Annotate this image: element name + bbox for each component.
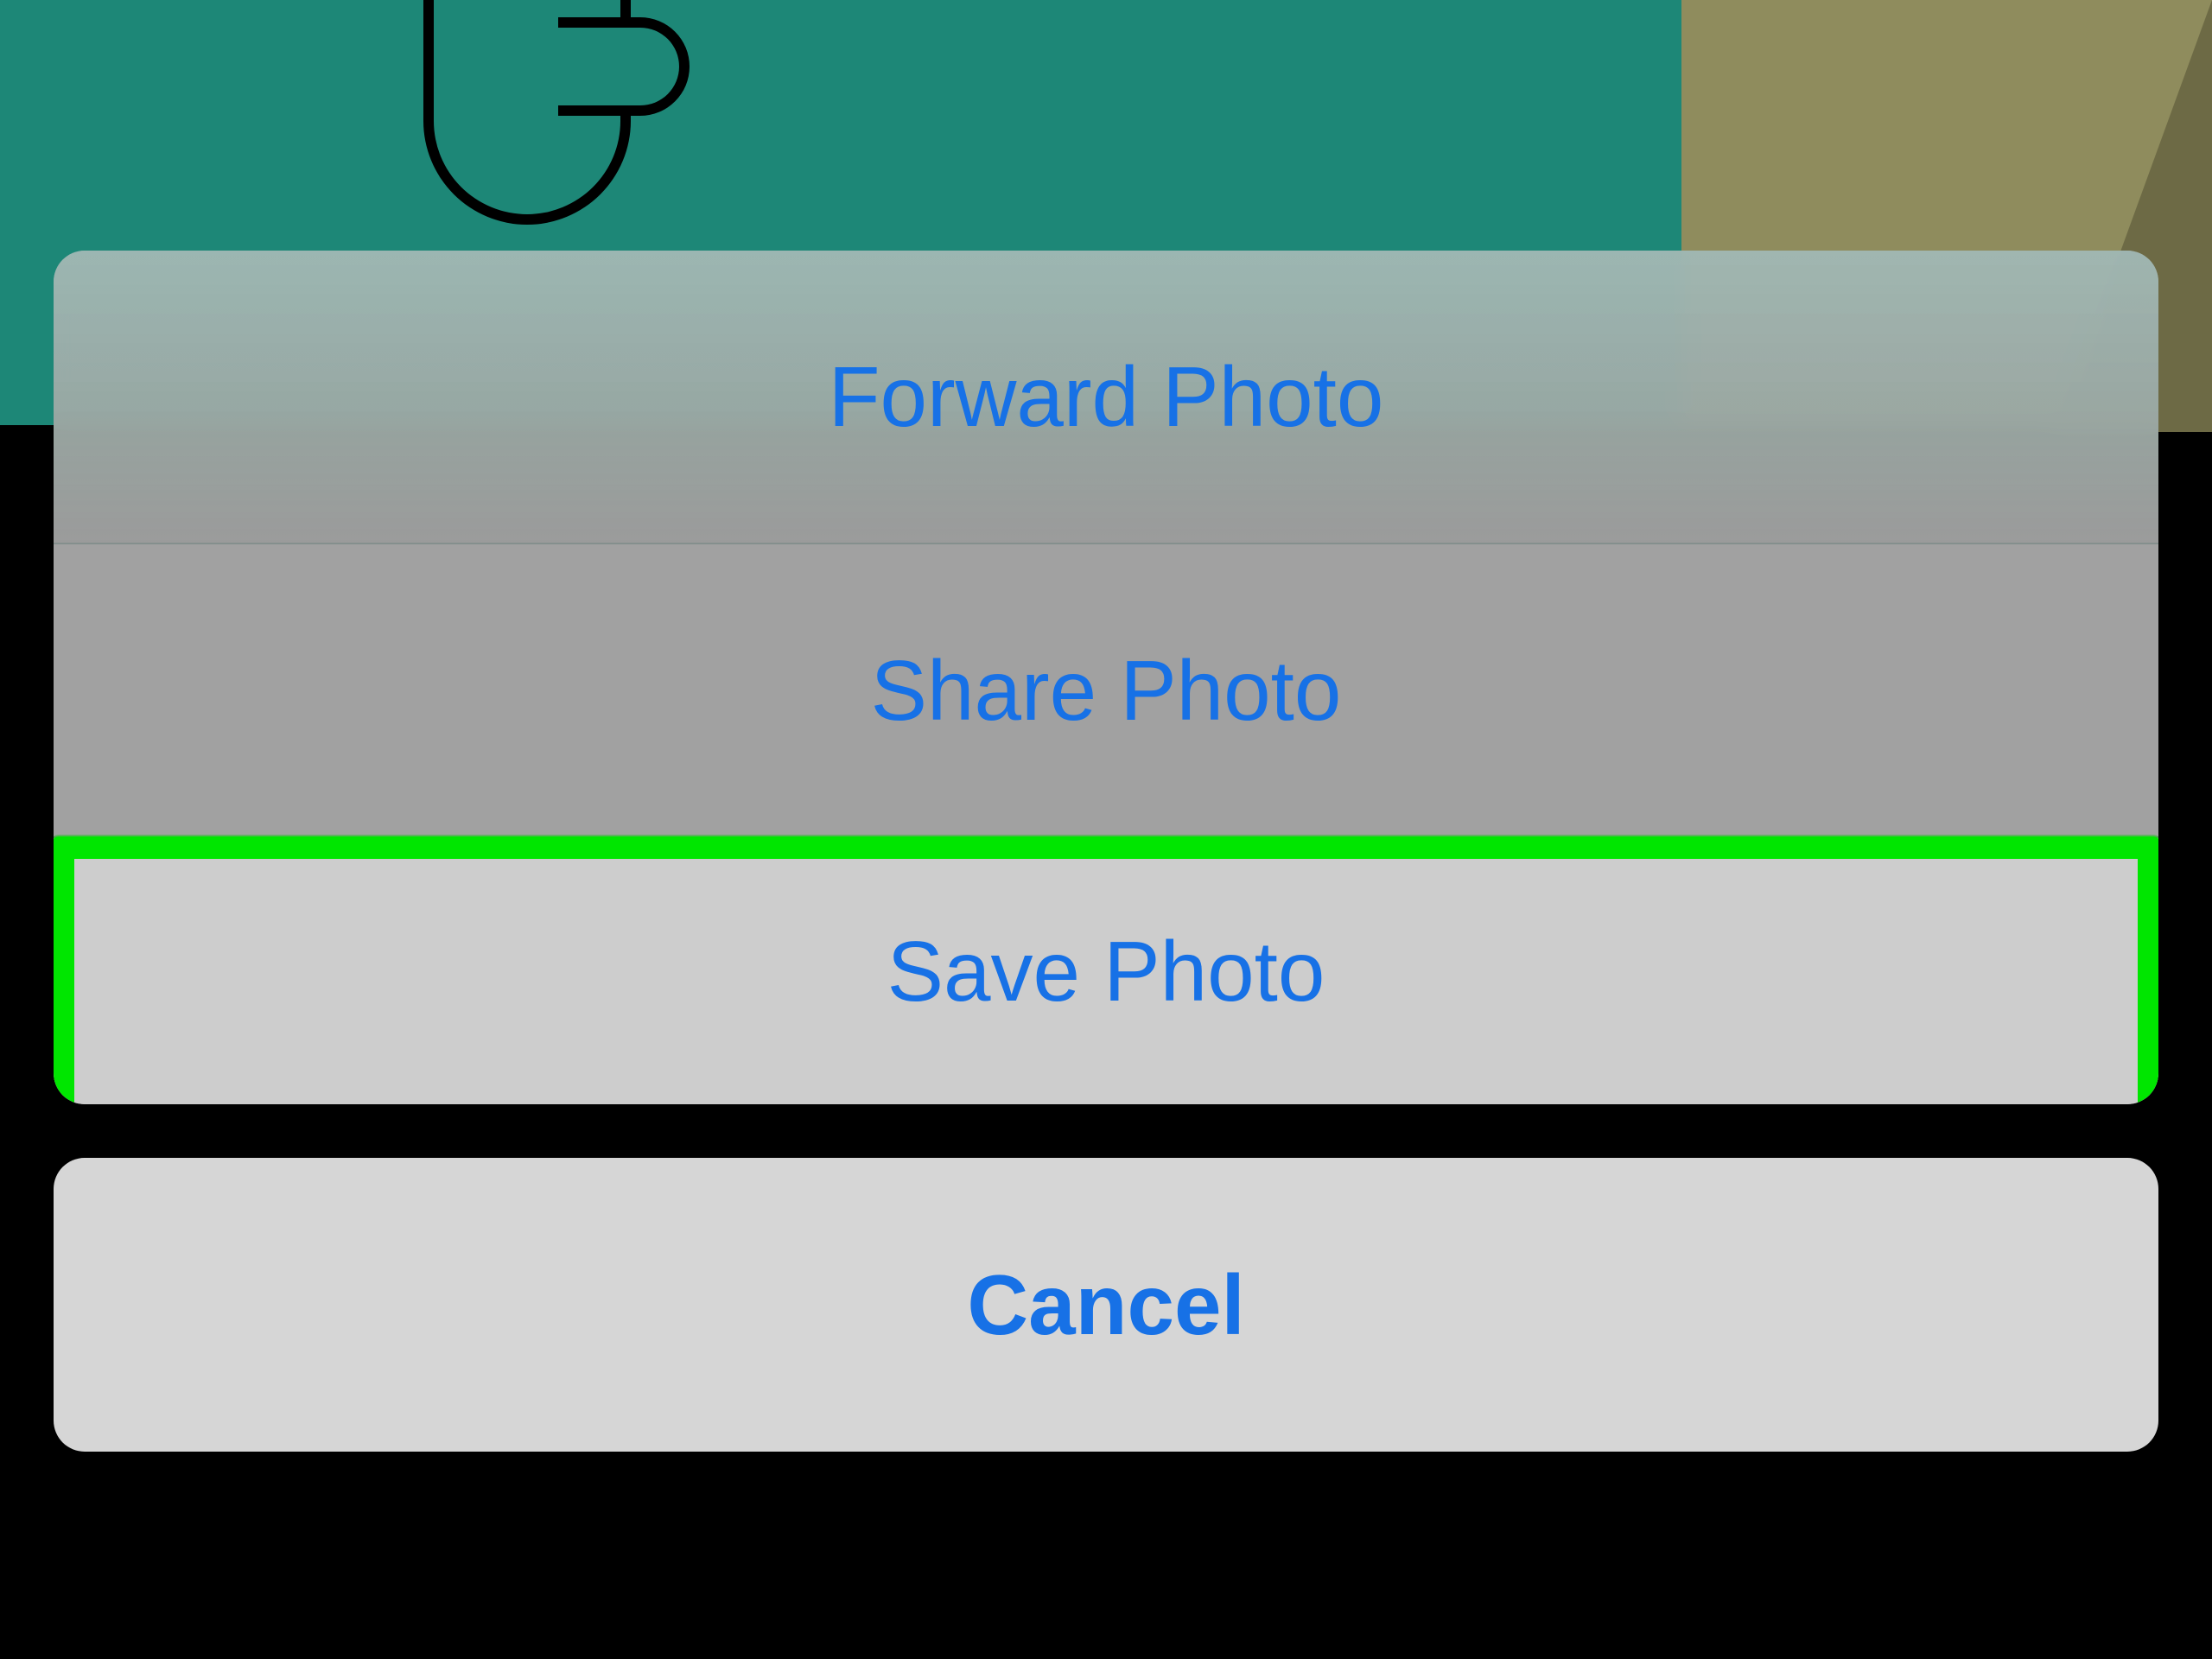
share-photo-button[interactable]: Share Photo <box>54 544 2158 838</box>
action-sheet: Forward Photo Share Photo Save Photo Can… <box>54 251 2158 1452</box>
cancel-label: Cancel <box>967 1256 1244 1354</box>
action-sheet-cancel-group: Cancel <box>54 1158 2158 1452</box>
forward-photo-label: Forward Photo <box>829 348 1384 446</box>
cancel-button[interactable]: Cancel <box>54 1158 2158 1452</box>
action-sheet-options: Forward Photo Share Photo Save Photo <box>54 251 2158 1104</box>
save-photo-button[interactable]: Save Photo <box>54 838 2158 1104</box>
background-hand-outline <box>423 0 631 225</box>
save-photo-label: Save Photo <box>887 923 1325 1020</box>
forward-photo-button[interactable]: Forward Photo <box>54 251 2158 544</box>
share-photo-label: Share Photo <box>871 642 1342 740</box>
